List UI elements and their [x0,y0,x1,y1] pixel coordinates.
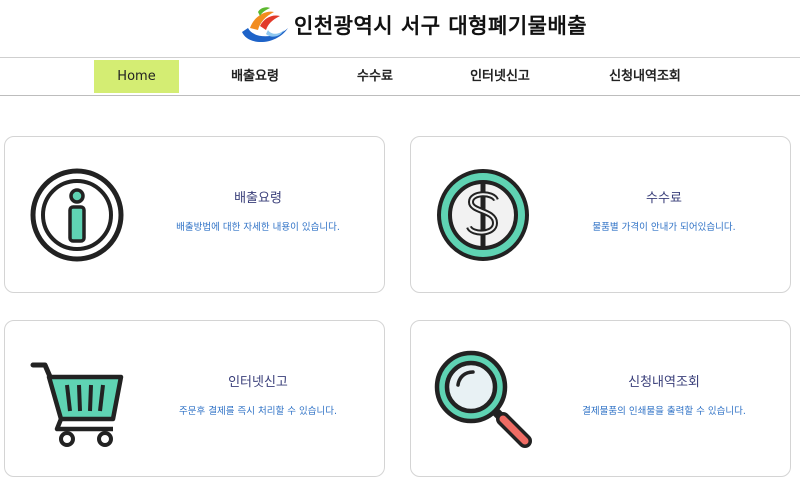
card-fees[interactable]: 수수료 물품별 가격이 안내가 되어있습니다. [410,136,791,293]
card-title: 신청내역조회 [628,375,700,390]
info-icon [27,165,127,265]
card-title: 수수료 [646,191,682,206]
site-title: 인천광역시 서구 대형폐기물배출 [294,14,588,38]
card-description: 결제물품의 인쇄물을 출력할 수 있습니다. [582,406,746,417]
city-logo-icon[interactable] [238,6,290,46]
card-description: 주문후 결제를 즉시 처리할 수 있습니다. [179,406,337,417]
card-description: 물품별 가격이 안내가 되어있습니다. [592,222,736,233]
nav-item-fees[interactable]: 수수료 [330,60,420,93]
site-header: 인천광역시 서구 대형폐기물배출 [0,0,800,58]
nav-item-application-lookup[interactable]: 신청내역조회 [585,60,705,93]
card-title: 배출요령 [234,191,282,206]
card-title: 인터넷신고 [228,375,288,390]
card-disposal-guide[interactable]: 배출요령 배출방법에 대한 자세한 내용이 있습니다. [4,136,385,293]
nav-item-disposal-guide[interactable]: 배출요령 [205,60,305,93]
main-nav: Home 배출요령 수수료 인터넷신고 신청내역조회 [0,58,800,96]
card-application-lookup[interactable]: 신청내역조회 결제물품의 인쇄물을 출력할 수 있습니다. [410,320,791,477]
nav-item-online-report[interactable]: 인터넷신고 [445,60,555,93]
shopping-cart-icon [27,349,127,449]
card-description: 배출방법에 대한 자세한 내용이 있습니다. [176,222,340,233]
nav-item-home[interactable]: Home [94,60,179,93]
dollar-coin-icon [433,165,533,265]
card-online-report[interactable]: 인터넷신고 주문후 결제를 즉시 처리할 수 있습니다. [4,320,385,477]
magnifier-icon [433,349,533,449]
